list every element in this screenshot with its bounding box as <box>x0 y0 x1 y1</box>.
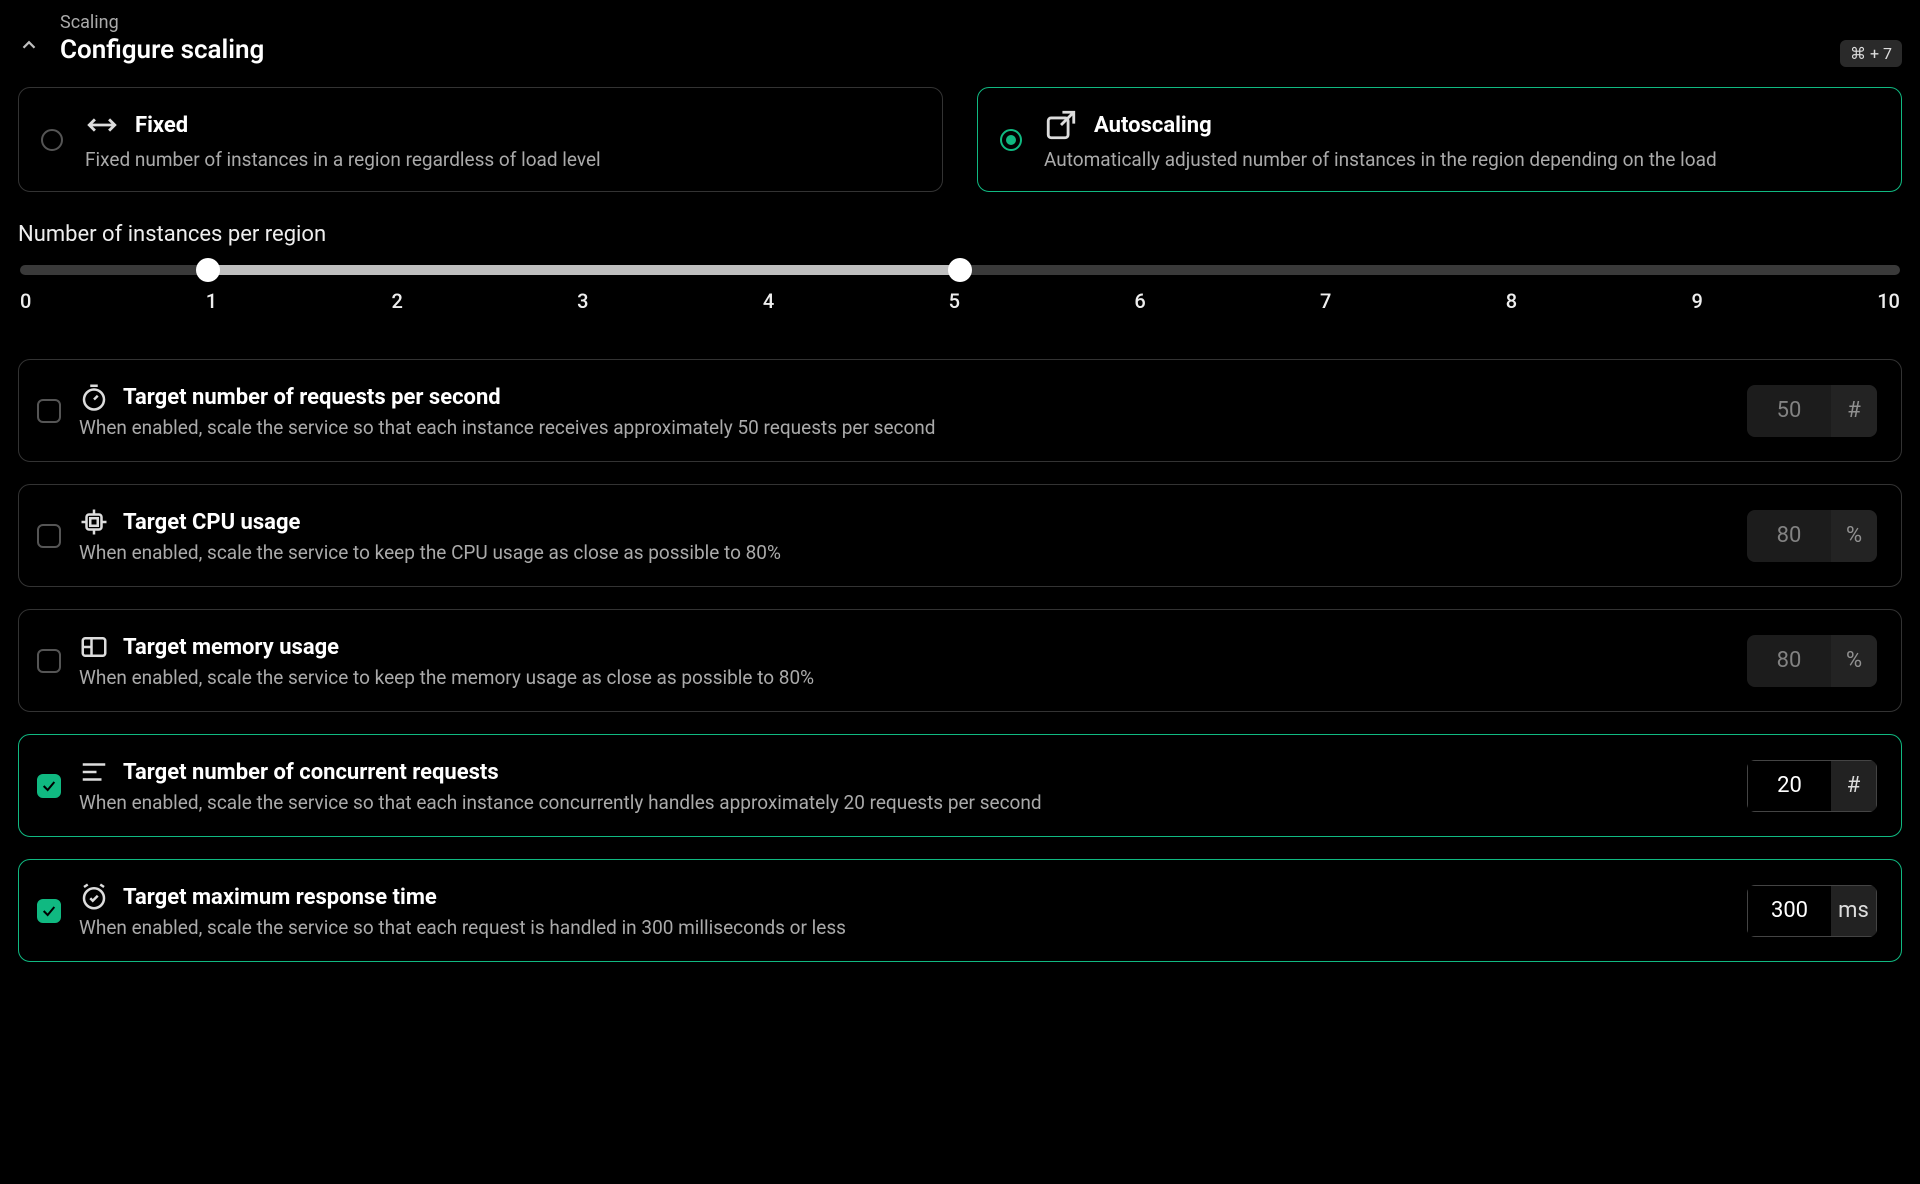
mode-fixed-desc: Fixed number of instances in a region re… <box>85 148 920 171</box>
mode-autoscaling-label: Autoscaling <box>1094 113 1212 138</box>
metric-cpu-desc: When enabled, scale the service to keep … <box>79 541 1729 564</box>
value-unit: # <box>1831 760 1877 812</box>
mode-option-fixed[interactable]: Fixed Fixed number of instances in a reg… <box>18 87 943 192</box>
mode-autoscaling-desc: Automatically adjusted number of instanc… <box>1044 148 1879 171</box>
bars-icon <box>79 757 109 787</box>
checkbox-cpu[interactable] <box>37 524 61 548</box>
metric-latency-desc: When enabled, scale the service so that … <box>79 916 1729 939</box>
keyboard-shortcut-badge: ⌘ + 7 <box>1840 40 1902 67</box>
metric-memory-value[interactable]: 80 % <box>1747 635 1877 687</box>
value-input[interactable]: 300 <box>1747 885 1831 937</box>
metric-memory-label: Target memory usage <box>123 635 339 660</box>
value-input[interactable]: 20 <box>1747 760 1831 812</box>
tick: 6 <box>1134 289 1145 313</box>
checkbox-rps[interactable] <box>37 399 61 423</box>
value-unit: % <box>1831 635 1877 687</box>
tick: 3 <box>577 289 588 313</box>
metric-rps-label: Target number of requests per second <box>123 385 501 410</box>
metric-memory-desc: When enabled, scale the service to keep … <box>79 666 1729 689</box>
mode-fixed-label: Fixed <box>135 113 188 138</box>
value-input[interactable]: 80 <box>1747 510 1831 562</box>
page-title: Configure scaling <box>60 35 1840 65</box>
metric-card-concurrent[interactable]: Target number of concurrent requests Whe… <box>18 734 1902 837</box>
breadcrumb: Scaling <box>60 12 1840 33</box>
alarm-check-icon <box>79 882 109 912</box>
radio-autoscaling[interactable] <box>1000 129 1022 151</box>
metric-rps-desc: When enabled, scale the service so that … <box>79 416 1729 439</box>
scale-icon <box>1044 108 1078 142</box>
checkbox-concurrent[interactable] <box>37 774 61 798</box>
metric-latency-value[interactable]: 300 ms <box>1747 885 1877 937</box>
tick: 9 <box>1691 289 1702 313</box>
tick: 5 <box>949 289 960 313</box>
metric-cpu-value[interactable]: 80 % <box>1747 510 1877 562</box>
metric-card-latency[interactable]: Target maximum response time When enable… <box>18 859 1902 962</box>
metric-concurrent-label: Target number of concurrent requests <box>123 760 499 785</box>
value-unit: ms <box>1831 885 1877 937</box>
radio-fixed[interactable] <box>41 129 63 151</box>
checkbox-latency[interactable] <box>37 899 61 923</box>
metric-card-rps[interactable]: Target number of requests per second Whe… <box>18 359 1902 462</box>
tick: 0 <box>20 289 31 313</box>
fixed-width-icon <box>85 108 119 142</box>
stopwatch-icon <box>79 382 109 412</box>
instances-label: Number of instances per region <box>18 222 1902 247</box>
tick: 1 <box>206 289 217 313</box>
metric-concurrent-desc: When enabled, scale the service so that … <box>79 791 1729 814</box>
cpu-icon <box>79 507 109 537</box>
collapse-chevron-icon[interactable] <box>18 34 40 56</box>
slider-handle-high[interactable] <box>948 258 972 282</box>
tick: 7 <box>1320 289 1331 313</box>
metric-card-memory[interactable]: Target memory usage When enabled, scale … <box>18 609 1902 712</box>
memory-icon <box>79 632 109 662</box>
checkbox-memory[interactable] <box>37 649 61 673</box>
value-unit: # <box>1831 385 1877 437</box>
instances-range-slider[interactable]: 0 1 2 3 4 5 6 7 8 9 10 <box>18 265 1902 313</box>
metric-cpu-label: Target CPU usage <box>123 510 300 535</box>
tick: 10 <box>1877 289 1900 313</box>
metric-latency-label: Target maximum response time <box>123 885 437 910</box>
metric-rps-value[interactable]: 50 # <box>1747 385 1877 437</box>
metric-card-cpu[interactable]: Target CPU usage When enabled, scale the… <box>18 484 1902 587</box>
mode-option-autoscaling[interactable]: Autoscaling Automatically adjusted numbe… <box>977 87 1902 192</box>
value-input[interactable]: 50 <box>1747 385 1831 437</box>
tick: 8 <box>1506 289 1517 313</box>
tick: 4 <box>763 289 774 313</box>
value-unit: % <box>1831 510 1877 562</box>
metric-concurrent-value[interactable]: 20 # <box>1747 760 1877 812</box>
tick: 2 <box>391 289 402 313</box>
slider-handle-low[interactable] <box>196 258 220 282</box>
value-input[interactable]: 80 <box>1747 635 1831 687</box>
